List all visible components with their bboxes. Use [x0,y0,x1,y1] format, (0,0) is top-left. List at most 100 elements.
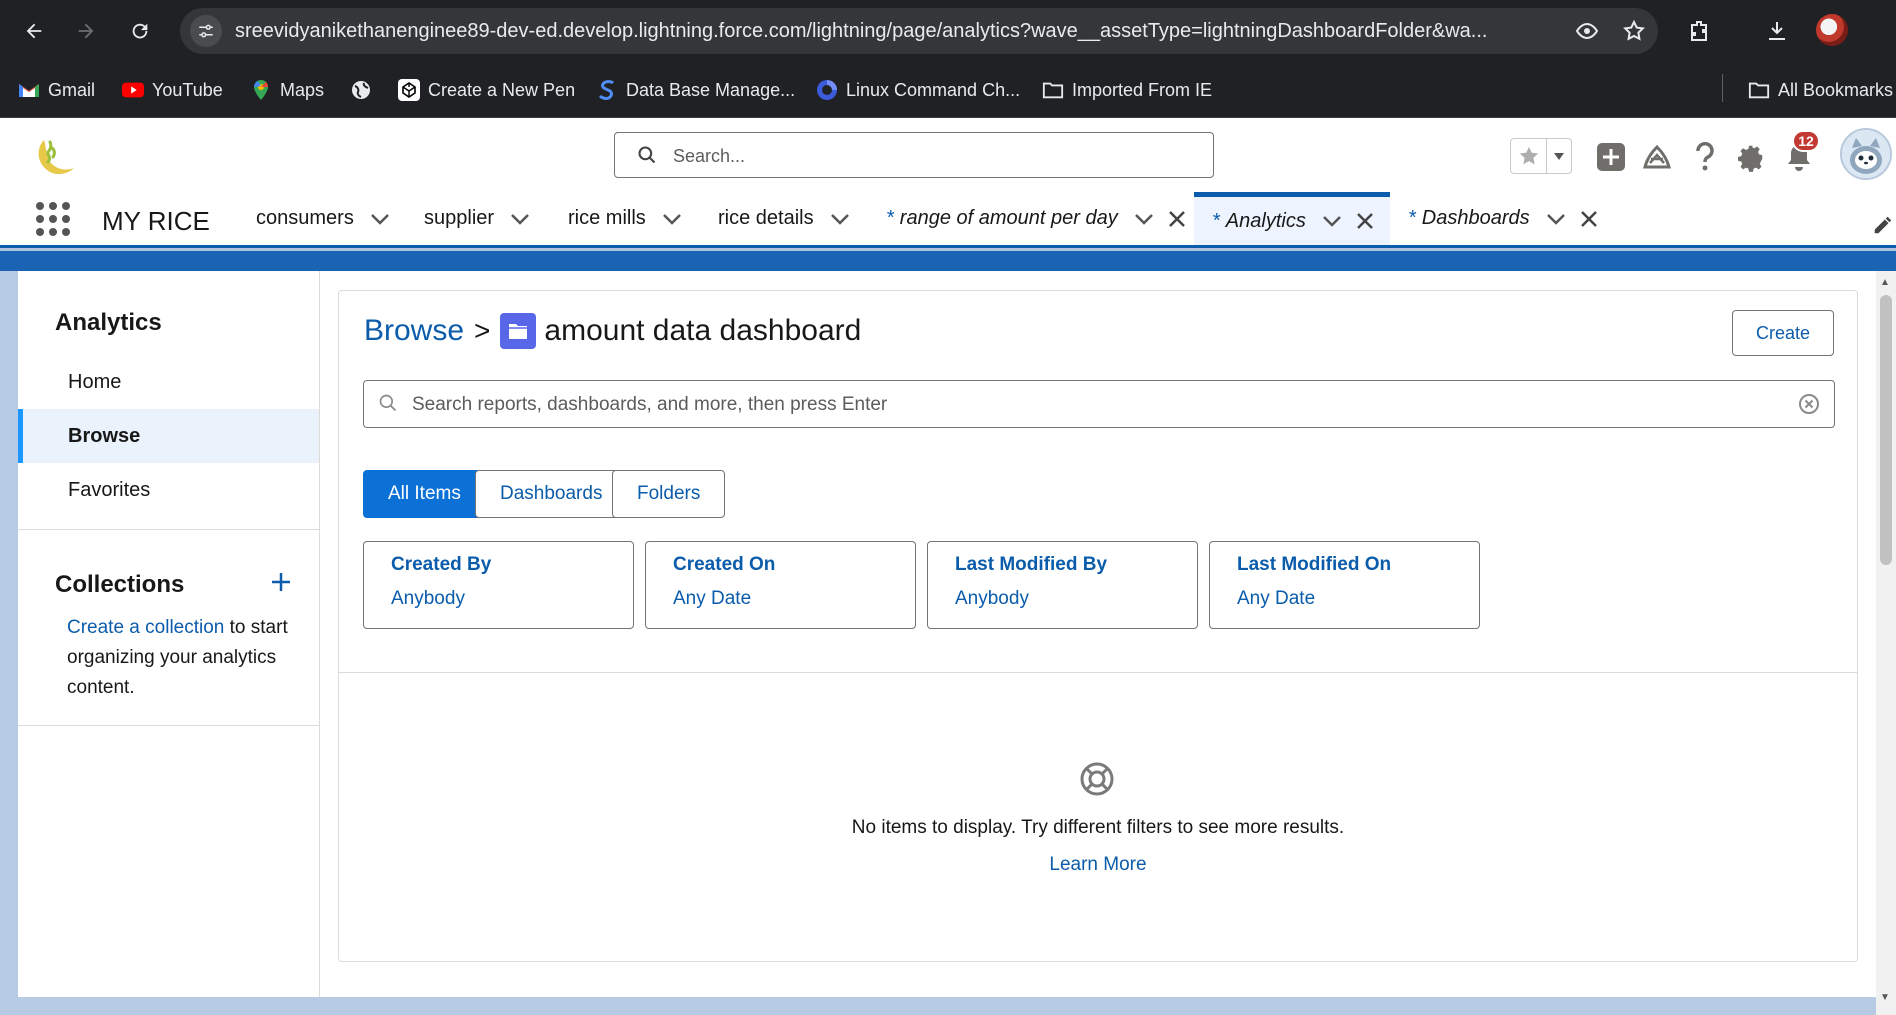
maps-icon [250,79,272,101]
learn-more-link: Learn More [1049,854,1147,875]
star-icon [1519,146,1538,165]
pencil-icon [1874,216,1892,234]
astro-avatar-icon [1842,130,1890,178]
tab-supplier[interactable]: supplier [424,192,530,245]
url-text[interactable]: sreevidyanikethanenginee89-dev-ed.develo… [235,20,1575,43]
facet-created-by[interactable]: Created By Anybody [363,541,634,629]
address-bar[interactable]: sreevidyanikethanenginee89-dev-ed.develo… [180,8,1658,54]
sidebar-item-browse[interactable]: Browse [18,409,319,463]
help-icon [1696,142,1714,171]
reload-button[interactable] [122,13,158,49]
gear-icon [1738,145,1763,172]
chevron-down-icon[interactable] [830,213,850,225]
close-icon[interactable] [1356,212,1374,230]
facet-last-modified-by[interactable]: Last Modified By Anybody [927,541,1198,629]
org-logo[interactable] [30,132,78,180]
bookmark-codepen[interactable]: Create a New Pen [398,76,575,104]
content-search-input[interactable] [412,392,1772,418]
browser-toolbar: sreevidyanikethanenginee89-dev-ed.develo… [0,0,1896,62]
bookmarks-bar: Gmail YouTube Maps Create a New Pen Data… [0,62,1896,118]
chevron-down-icon[interactable] [1134,213,1154,225]
app-launcher-button[interactable] [36,202,70,236]
tab-consumers[interactable]: consumers [256,192,390,245]
close-icon[interactable] [1580,210,1598,228]
filter-dashboards-button[interactable]: Dashboards [475,470,628,518]
page-title: amount data dashboard [544,314,862,347]
folder-icon [1748,79,1770,101]
search-icon [637,145,657,170]
chevron-down-icon[interactable] [510,213,530,225]
tab-dashboards[interactable]: * Dashboards [1408,192,1598,245]
bookmark-maps[interactable]: Maps [250,76,324,104]
eye-icon[interactable] [1574,19,1600,48]
caret-down-icon [1554,153,1564,160]
sidebar-item-favorites[interactable]: Favorites [18,463,319,517]
bookmark-linux[interactable]: Linux Command Ch... [816,76,1020,104]
rice-logo-icon [38,140,74,175]
setup-button[interactable] [1732,138,1770,176]
bookmark-youtube[interactable]: YouTube [122,76,223,104]
bookmark-gmail[interactable]: Gmail [18,76,95,104]
favorites-group [1510,138,1572,174]
scroll-up-arrow-icon[interactable]: ▲ [1880,277,1890,288]
analytics-sidebar: Analytics Home Browse Favorites Collecti… [18,271,320,997]
breadcrumb-separator: > [474,315,491,346]
tab-range-of-amount-per-day[interactable]: * range of amount per day [886,192,1186,245]
content-search-box[interactable] [363,380,1835,428]
user-avatar[interactable] [1840,128,1892,180]
chevron-down-icon[interactable] [370,213,390,225]
global-search-box[interactable] [614,132,1214,178]
folder-icon [1042,79,1064,101]
header-band [0,251,1896,271]
extensions-icon[interactable] [1682,14,1716,48]
lifebuoy-icon [1079,761,1115,802]
collections-title: Collections [55,571,185,598]
tab-rice-details[interactable]: rice details [718,192,850,245]
create-button[interactable]: Create [1732,310,1834,356]
codepen-icon [398,79,420,101]
tune-icon [199,24,213,38]
chevron-down-icon[interactable] [1322,215,1342,227]
edit-nav-items-button[interactable] [1872,214,1894,241]
app-navigation-bar: MY RICE consumers supplier rice mills ri… [0,192,1896,248]
tab-rice-mills[interactable]: rice mills [568,192,682,245]
favorites-dropdown-button[interactable] [1547,139,1571,173]
help-button[interactable] [1686,138,1724,176]
arrow-right-icon [78,23,94,39]
create-collection-link[interactable]: Create a collection [67,617,224,638]
download-icon[interactable] [1760,14,1794,48]
global-actions-button[interactable] [1592,138,1630,176]
bookmark-globe[interactable] [350,76,372,104]
facet-created-on[interactable]: Created On Any Date [645,541,916,629]
filter-folders-button[interactable]: Folders [612,470,726,518]
trailhead-button[interactable] [1638,138,1676,176]
breadcrumb-browse-link[interactable]: Browse [364,314,464,348]
sidebar-item-home[interactable]: Home [18,355,319,409]
close-icon[interactable] [1168,210,1186,228]
chevron-down-icon[interactable] [1546,213,1566,225]
bookmark-imported[interactable]: Imported From IE [1042,76,1212,104]
bookmark-star-icon[interactable] [1622,19,1646,48]
scrollbar-thumb[interactable] [1880,295,1892,565]
tab-analytics[interactable]: * Analytics [1194,192,1390,245]
back-button[interactable] [16,13,52,49]
plus-icon [272,573,290,591]
favorites-star-button[interactable] [1511,139,1547,173]
add-collection-button[interactable] [266,567,296,597]
global-search-input[interactable] [673,143,1193,169]
add-icon [1597,143,1625,171]
filter-all-items-button[interactable]: All Items [363,470,486,518]
chevron-down-icon[interactable] [662,213,682,225]
trailhead-icon [1643,144,1671,169]
all-bookmarks[interactable]: All Bookmarks [1748,76,1893,104]
site-info-button[interactable] [190,15,222,47]
bookmark-database[interactable]: Data Base Manage... [596,76,795,104]
scroll-down-arrow-icon[interactable]: ▼ [1880,992,1890,1003]
globe-icon [350,79,372,101]
search-icon [378,393,398,418]
forward-button[interactable] [68,13,104,49]
facet-last-modified-on[interactable]: Last Modified On Any Date [1209,541,1480,629]
browser-profile-avatar[interactable] [1816,14,1848,46]
clear-search-icon[interactable] [1798,393,1820,420]
breadcrumb: Browse > amount data dashboard [364,313,861,349]
